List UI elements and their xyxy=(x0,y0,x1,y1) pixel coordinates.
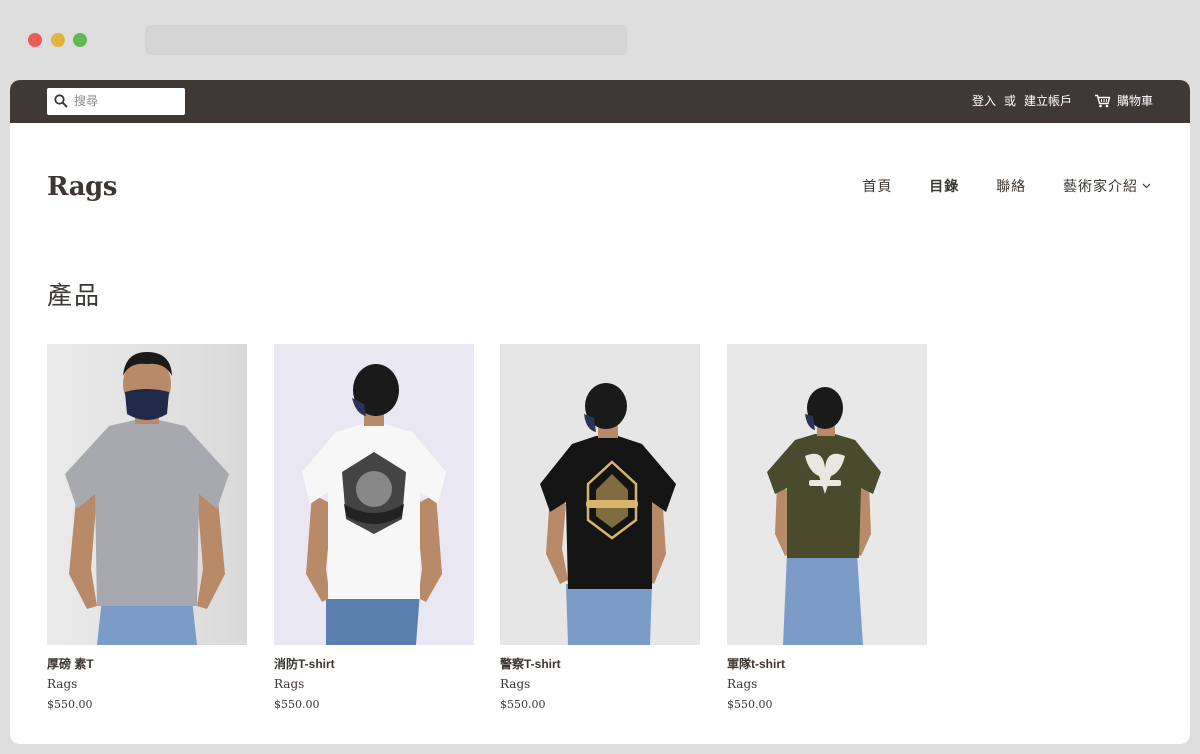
nav-item-home[interactable]: 首頁 xyxy=(862,176,892,196)
product-card[interactable]: 警察T-shirt Rags $550.00 xyxy=(500,344,700,711)
product-card[interactable]: 軍隊t-shirt Rags $550.00 xyxy=(727,344,927,711)
cart-link[interactable]: 購物車 xyxy=(1094,80,1153,123)
search-icon xyxy=(54,94,68,108)
main-nav: 首頁 目錄 聯絡 藝術家介紹 xyxy=(829,176,1151,196)
product-vendor: Rags xyxy=(47,677,78,691)
or-text: 或 xyxy=(1003,94,1016,108)
account-links: 登入或建立帳戶 xyxy=(972,80,1072,123)
login-link[interactable]: 登入 xyxy=(972,80,996,123)
product-image[interactable] xyxy=(47,344,247,645)
product-name[interactable]: 消防T-shirt xyxy=(274,655,335,672)
product-image[interactable] xyxy=(727,344,927,645)
maximize-window-button[interactable] xyxy=(73,33,87,47)
nav-item-catalog[interactable]: 目錄 xyxy=(929,176,959,196)
product-vendor: Rags xyxy=(274,677,305,691)
product-name[interactable]: 軍隊t-shirt xyxy=(727,655,785,672)
nav-item-artists[interactable]: 藝術家介紹 xyxy=(1063,176,1151,196)
product-price: $550.00 xyxy=(727,698,773,711)
cart-icon xyxy=(1094,94,1111,108)
product-card[interactable]: 厚磅 素T Rags $550.00 xyxy=(47,344,247,711)
product-price: $550.00 xyxy=(274,698,320,711)
site-logo[interactable]: Rags xyxy=(47,172,117,202)
address-bar[interactable] xyxy=(145,25,627,55)
web-page: 登入或建立帳戶 購物車 Rags 首頁 目錄 聯絡 藝術家介紹 產品 xyxy=(10,80,1190,744)
product-vendor: Rags xyxy=(500,677,531,691)
product-image[interactable] xyxy=(500,344,700,645)
product-name[interactable]: 警察T-shirt xyxy=(500,655,561,672)
nav-item-artists-label: 藝術家介紹 xyxy=(1063,178,1138,194)
close-window-button[interactable] xyxy=(28,33,42,47)
create-account-link[interactable]: 建立帳戶 xyxy=(1024,80,1072,123)
product-image[interactable] xyxy=(274,344,474,645)
search-box[interactable] xyxy=(47,88,185,115)
product-name[interactable]: 厚磅 素T xyxy=(47,655,94,672)
chevron-down-icon xyxy=(1142,183,1151,189)
page-title: 產品 xyxy=(47,282,102,310)
cart-label: 購物車 xyxy=(1116,94,1153,108)
product-card[interactable]: 消防T-shirt Rags $550.00 xyxy=(274,344,474,711)
top-bar: 登入或建立帳戶 購物車 xyxy=(10,80,1190,123)
product-vendor: Rags xyxy=(727,677,758,691)
nav-item-contact[interactable]: 聯絡 xyxy=(996,176,1026,196)
minimize-window-button[interactable] xyxy=(51,33,65,47)
product-price: $550.00 xyxy=(47,698,93,711)
product-price: $550.00 xyxy=(500,698,546,711)
search-input[interactable] xyxy=(74,91,178,111)
